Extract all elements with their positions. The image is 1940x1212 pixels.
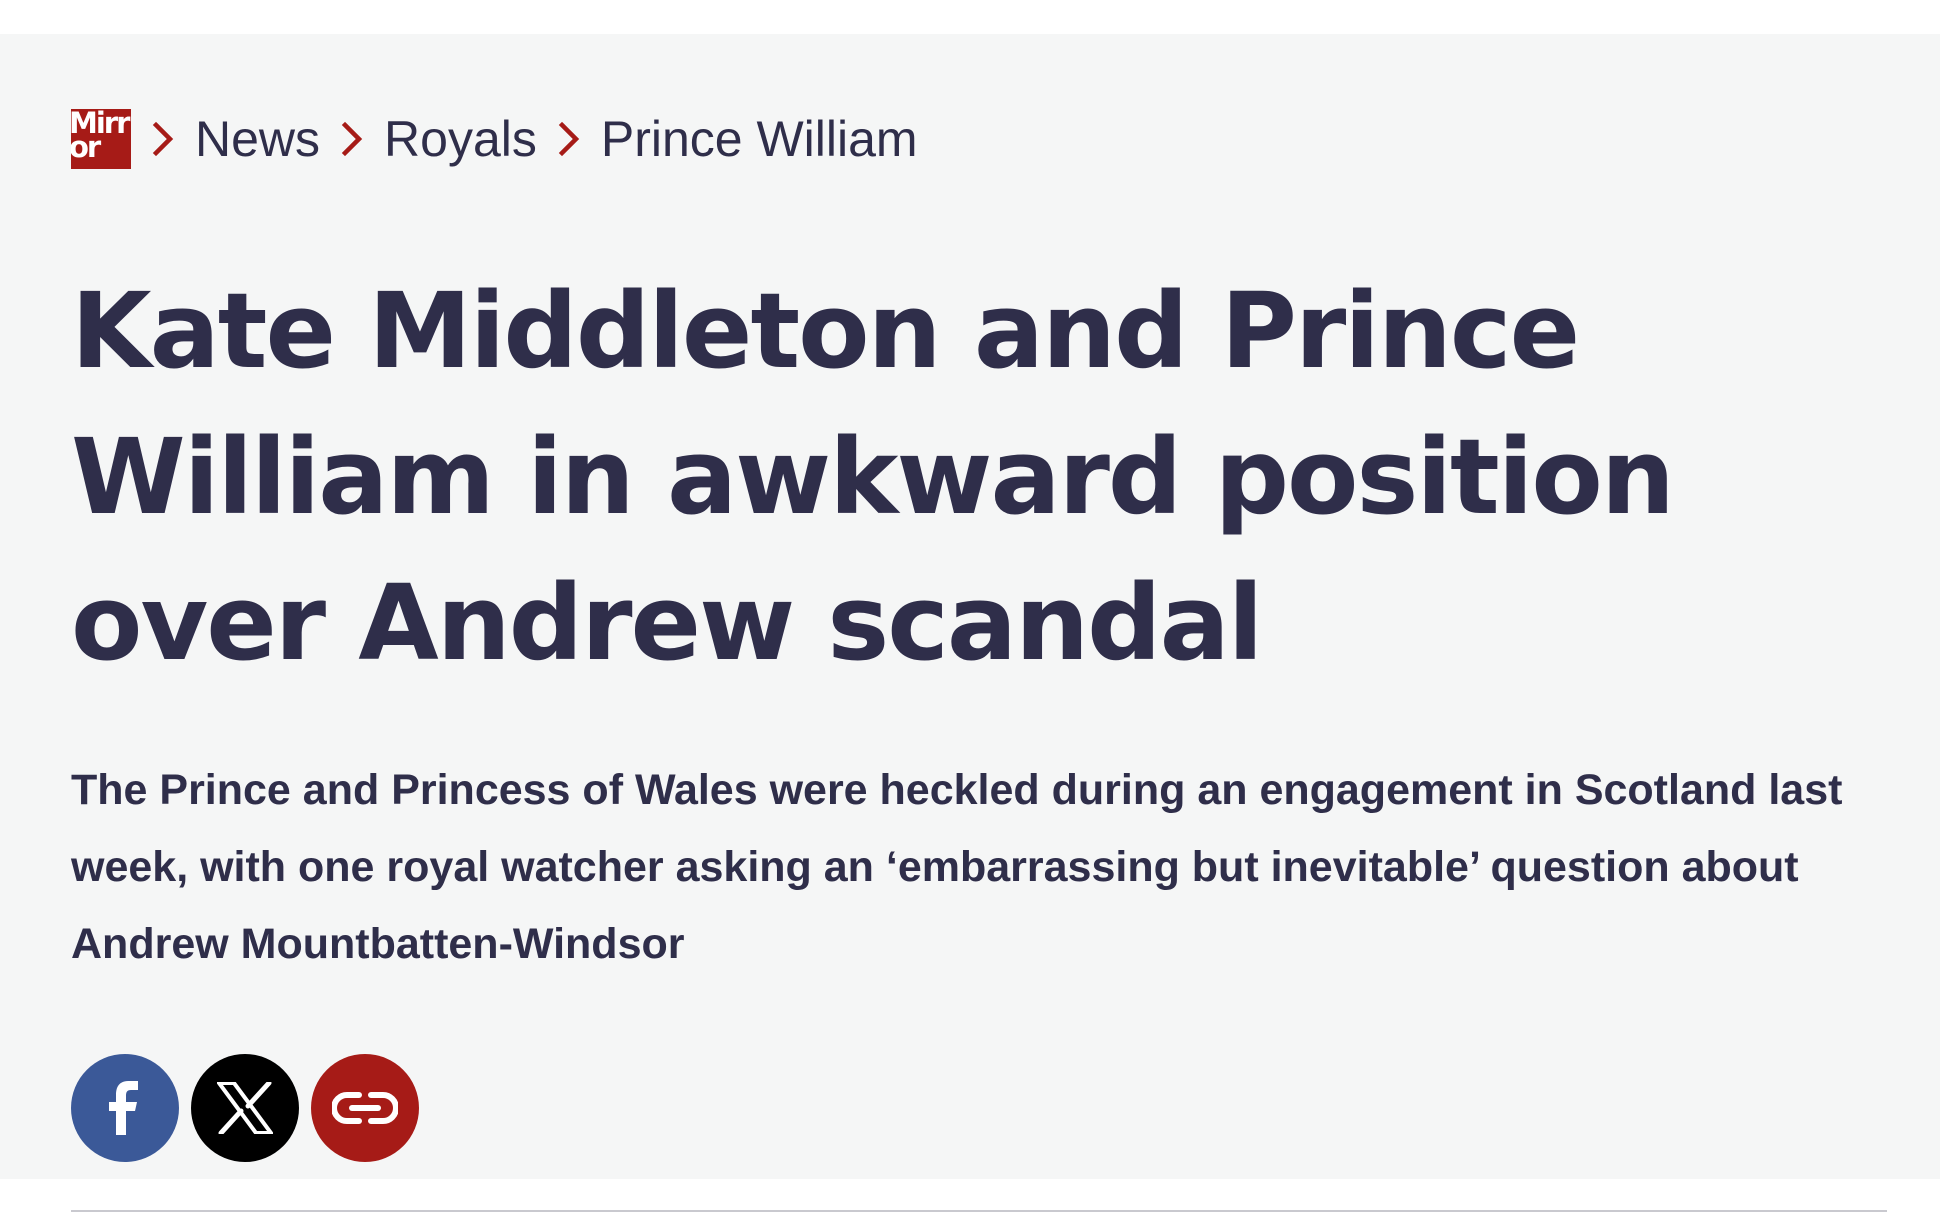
- logo-text-line2: or: [71, 130, 101, 164]
- breadcrumb: Mirr or News Royals Prince William: [71, 94, 918, 184]
- facebook-icon: [109, 1081, 138, 1135]
- breadcrumb-item-royals[interactable]: Royals: [384, 94, 537, 184]
- x-icon: [217, 1082, 273, 1134]
- breadcrumb-item-prince-william[interactable]: Prince William: [601, 94, 918, 184]
- breadcrumb-item-news[interactable]: News: [195, 94, 320, 184]
- link-icon: [332, 1092, 398, 1124]
- chevron-right-icon: [537, 94, 601, 184]
- article-standfirst: The Prince and Princess of Wales were he…: [71, 766, 1843, 968]
- chevron-right-icon: [320, 94, 384, 184]
- article-header: Mirr or News Royals Prince William Kate …: [0, 34, 1940, 1212]
- chevron-right-icon: [131, 94, 195, 184]
- share-facebook-button[interactable]: [71, 1054, 179, 1162]
- share-x-button[interactable]: [191, 1054, 299, 1162]
- copy-link-button[interactable]: [311, 1054, 419, 1162]
- mirror-logo[interactable]: Mirr or: [71, 109, 131, 169]
- share-bar: [71, 1054, 419, 1162]
- article-headline: Kate Middleton and Prince William in awk…: [71, 270, 1675, 684]
